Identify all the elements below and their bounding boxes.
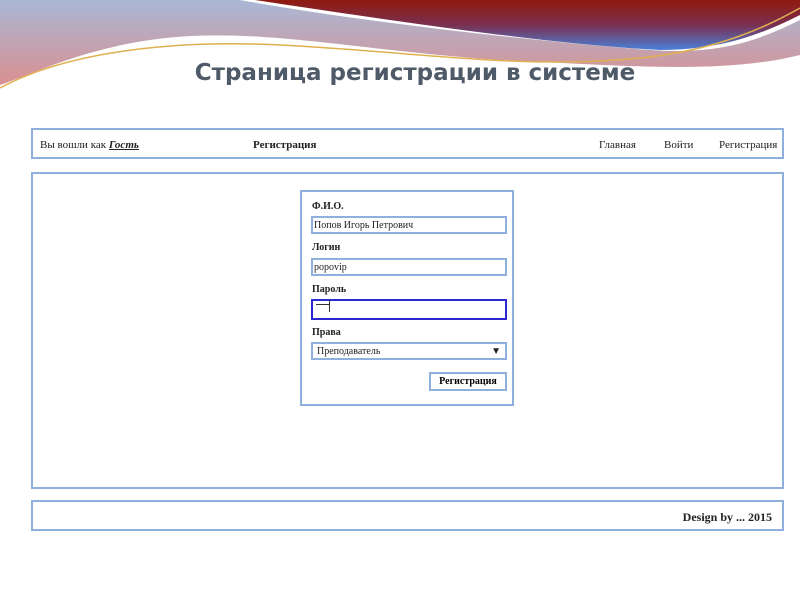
nav-register-link[interactable]: Регистрация	[719, 139, 777, 151]
dropdown-arrow-icon: ▼	[491, 346, 501, 357]
role-label: Права	[312, 327, 341, 338]
user-link[interactable]: Гость	[109, 139, 139, 151]
text-cursor	[316, 300, 330, 313]
password-label: Пароль	[312, 284, 347, 295]
slide-title: Страница регистрации в системе	[194, 60, 636, 86]
footer: Design by ... 2015	[31, 500, 784, 531]
footer-credits: Design by ... 2015	[682, 510, 772, 524]
role-select[interactable]: Преподаватель ▼	[311, 342, 507, 360]
role-selected-value: Преподаватель	[317, 346, 381, 357]
login-input[interactable]: popovip	[311, 258, 507, 276]
nav-home-link[interactable]: Главная	[599, 139, 636, 151]
password-input[interactable]	[311, 299, 507, 320]
fio-label: Ф.И.О.	[312, 201, 344, 212]
nav-login-link[interactable]: Войти	[664, 139, 693, 151]
register-button[interactable]: Регистрация	[429, 372, 507, 391]
top-navigation-bar: Вы вошли как Гость Регистрация Главная В…	[31, 128, 784, 159]
login-label: Логин	[312, 242, 341, 253]
registration-form: Ф.И.О. Попов Игорь Петрович Логин popovi…	[300, 190, 514, 406]
page-title: Регистрация	[253, 139, 317, 151]
fio-input[interactable]: Попов Игорь Петрович	[311, 216, 507, 234]
slide-header-decoration	[0, 0, 800, 89]
logged-in-prefix: Вы вошли как	[40, 139, 107, 151]
logged-in-status: Вы вошли как Гость	[40, 139, 139, 151]
